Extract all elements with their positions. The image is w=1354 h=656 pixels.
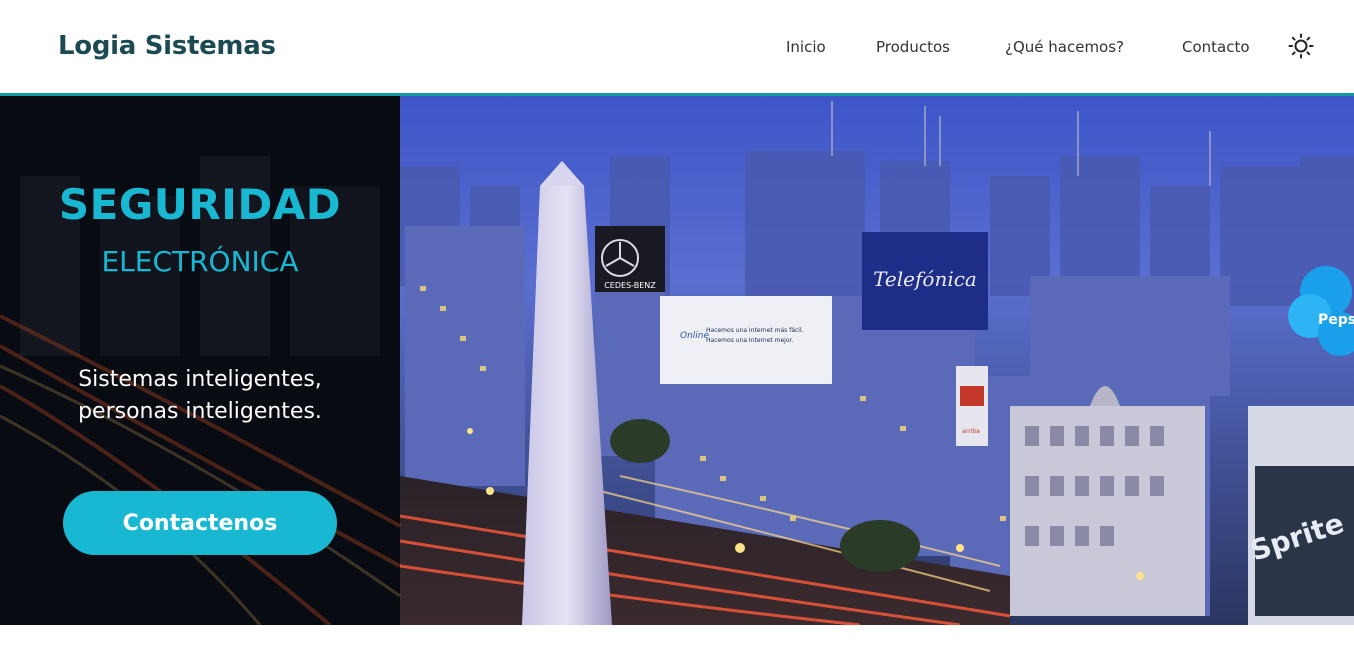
hero-tagline-line-2: personas inteligentes. [78,399,322,424]
hero-subtitle: ELECTRÓNICA [101,245,299,278]
mercedes-sign-text: CEDES-BENZ [604,281,656,290]
hero-title: SEGURIDAD [58,180,342,229]
hero-text-panel: SEGURIDAD ELECTRÓNICA Sistemas inteligen… [0,96,400,625]
nav-inicio[interactable]: Inicio [786,36,826,58]
site-header: Logia Sistemas Inicio Productos ¿Qué hac… [0,0,1354,93]
nav-contacto[interactable]: Contacto [1182,36,1250,58]
telefonica-sign-text: Telefónica [873,267,977,291]
hero-banner: CEDES-BENZ Online Hacemos una Internet m… [0,96,1354,625]
billboard-line-2: Hacemos una Internet mejor. [706,337,793,344]
nav-contacto-link[interactable]: Contacto [1182,38,1250,56]
nav-productos[interactable]: Productos [876,36,950,58]
nav-que-hacemos[interactable]: ¿Qué hacemos? [1005,36,1124,58]
pepsi-sign-text: Pepsi [1318,312,1354,328]
billboard-line-1: Hacemos una Internet más fácil. [706,327,804,334]
hero-tagline-line-1: Sistemas inteligentes, [78,367,322,392]
hero-tagline: Sistemas inteligentes, personas intelige… [0,364,400,428]
nav-productos-link[interactable]: Productos [876,38,950,56]
arriba-sign-text: arriba [962,428,980,435]
contact-button[interactable]: Contactenos [63,491,337,555]
sun-icon[interactable] [1288,33,1314,59]
nav-que-hacemos-link[interactable]: ¿Qué hacemos? [1005,38,1124,56]
page-bottom-area [0,625,1354,656]
brand-logo[interactable]: Logia Sistemas [58,28,276,64]
nav-inicio-link[interactable]: Inicio [786,38,826,56]
